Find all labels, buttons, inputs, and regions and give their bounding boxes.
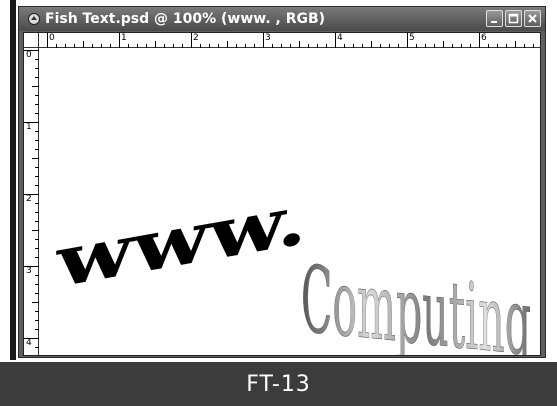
horizontal-ruler-ticks bbox=[47, 33, 534, 48]
document-window: Fish Text.psd @ 100% (www. , RGB) 0 1 2 … bbox=[18, 6, 546, 358]
caption-bar: FT-13 bbox=[0, 362, 557, 406]
warped-text-www: www. bbox=[56, 177, 307, 304]
ruler-label-2: 2 bbox=[193, 33, 199, 43]
left-panel-edge bbox=[10, 0, 16, 360]
fish-text-artwork: www. Computing bbox=[56, 177, 532, 356]
document-canvas[interactable]: www. Computing bbox=[39, 48, 540, 356]
title-bar[interactable]: Fish Text.psd @ 100% (www. , RGB) bbox=[19, 7, 545, 31]
text-computing: Computing bbox=[301, 245, 531, 356]
maximize-button[interactable] bbox=[505, 10, 522, 27]
ruler-label-6: 6 bbox=[481, 33, 487, 43]
vruler-label-4: 4 bbox=[26, 338, 32, 348]
close-icon bbox=[528, 14, 537, 23]
ruler-label-3: 3 bbox=[265, 33, 271, 43]
ruler-label-0: 0 bbox=[49, 33, 55, 43]
canvas-area: 0 1 2 3 4 5 6 0 1 2 3 4 www. Computing bbox=[23, 32, 541, 356]
vruler-label-2: 2 bbox=[26, 194, 32, 204]
vertical-ruler[interactable]: 0 1 2 3 4 bbox=[24, 48, 39, 355]
warped-text-computing: Computing bbox=[301, 244, 532, 356]
ruler-origin[interactable] bbox=[24, 33, 39, 48]
minimize-button[interactable] bbox=[486, 10, 503, 27]
document-icon bbox=[27, 12, 41, 26]
figure-caption: FT-13 bbox=[246, 371, 311, 397]
horizontal-ruler[interactable]: 0 1 2 3 4 5 6 bbox=[39, 33, 540, 48]
minimize-icon bbox=[491, 21, 497, 23]
vruler-label-3: 3 bbox=[26, 266, 32, 276]
ruler-label-5: 5 bbox=[409, 33, 415, 43]
vruler-label-1: 1 bbox=[26, 122, 32, 132]
close-button[interactable] bbox=[524, 10, 541, 27]
ruler-label-1: 1 bbox=[121, 33, 127, 43]
text-www: www. bbox=[56, 177, 307, 304]
vruler-label-0: 0 bbox=[26, 50, 32, 60]
window-title: Fish Text.psd @ 100% (www. , RGB) bbox=[45, 11, 326, 27]
maximize-icon bbox=[508, 13, 519, 24]
ruler-label-4: 4 bbox=[337, 33, 343, 43]
